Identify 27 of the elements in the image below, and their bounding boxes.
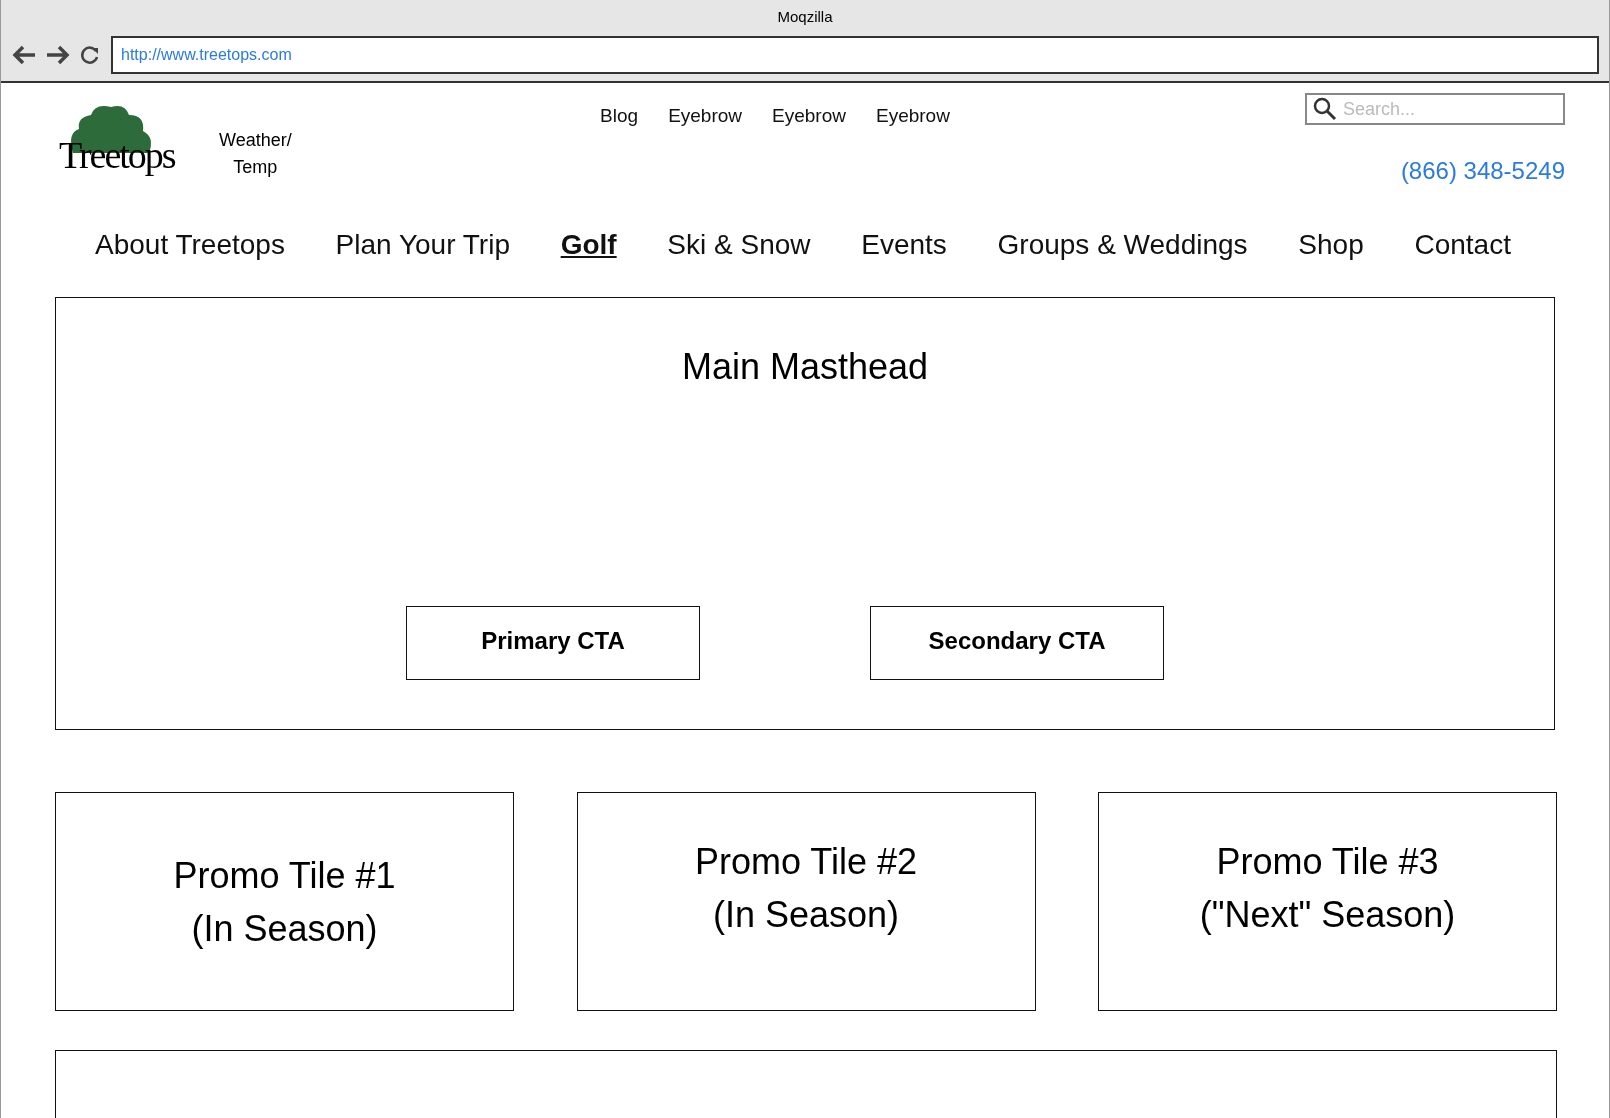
nav-link[interactable]: About Treetops: [95, 229, 285, 297]
cta-button[interactable]: Secondary CTA: [870, 606, 1164, 680]
eyebrow-link[interactable]: Eyebrow: [875, 105, 950, 215]
promo-tile[interactable]: Promo Tile #1 (In Season): [55, 792, 514, 1011]
nav-link[interactable]: Golf: [560, 229, 617, 297]
nav-link[interactable]: Events: [861, 229, 947, 297]
promo-tile[interactable]: Promo Tile #3 ("Next" Season): [1098, 792, 1557, 1011]
nav-link[interactable]: Contact: [1414, 229, 1511, 297]
phone-link[interactable]: (866) 348-5249: [1400, 157, 1565, 185]
search-field[interactable]: Search...: [1305, 93, 1565, 125]
nav-link[interactable]: Groups & Weddings: [997, 229, 1248, 297]
cta-button[interactable]: Primary CTA: [406, 606, 700, 680]
search-icon: [1313, 97, 1337, 121]
address-field[interactable]: http://www.treetops.com: [111, 36, 1599, 74]
eyebrow-link[interactable]: Eyebrow: [668, 105, 743, 215]
nav-link[interactable]: Plan Your Trip: [335, 229, 510, 297]
promo-tile[interactable]: Promo Tile #2 (In Season): [576, 792, 1036, 1011]
nav-link[interactable]: Shop: [1298, 229, 1364, 297]
eyebrow-link[interactable]: Eyebrow: [772, 105, 846, 215]
back-arrow-icon[interactable]: [11, 44, 37, 66]
window-title: Moqzilla: [776, 7, 834, 27]
masthead-title: Main Masthead: [681, 346, 929, 388]
reload-icon[interactable]: [79, 44, 101, 66]
nav-link[interactable]: Ski & Snow: [667, 229, 811, 297]
forward-arrow-icon[interactable]: [45, 44, 71, 66]
eyebrow-link[interactable]: Blog: [600, 105, 639, 215]
weather-label: Weather/ Temp: [219, 129, 292, 179]
